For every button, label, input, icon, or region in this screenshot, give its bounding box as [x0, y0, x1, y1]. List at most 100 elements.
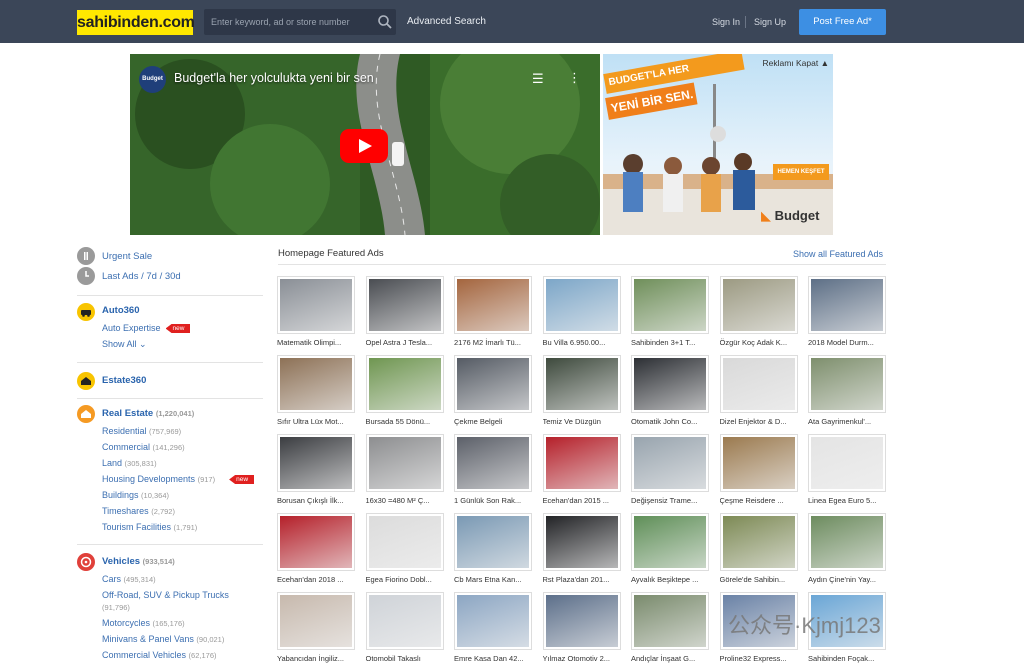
- ad-caption[interactable]: Görele'de Sahibin...: [720, 575, 798, 584]
- subcategory-link[interactable]: Tourism Facilities (1,791): [102, 522, 197, 532]
- play-button-icon[interactable]: [340, 129, 388, 163]
- ad-thumbnail[interactable]: [631, 513, 709, 571]
- ad-thumbnail[interactable]: [542, 355, 621, 413]
- video-title[interactable]: Budget'la her yolculukta yeni bir sen: [174, 71, 374, 85]
- featured-ad-tile[interactable]: Çeşme Reisdere ...: [719, 434, 798, 505]
- ad-caption[interactable]: Temiz Ve Düzgün: [543, 417, 621, 426]
- featured-ad-tile[interactable]: Sıfır Ultra Lüx Mot...: [277, 355, 355, 426]
- featured-ad-tile[interactable]: Yılmaz Otomotiv 2...: [542, 592, 621, 663]
- show-all-link[interactable]: Show All ⌄: [102, 339, 147, 350]
- ad-thumbnail[interactable]: [808, 513, 886, 571]
- ad-caption[interactable]: Çekme Belgeli: [454, 417, 532, 426]
- ad-cta-button[interactable]: HEMEN KEŞFET: [773, 164, 829, 180]
- subcategory-link[interactable]: Land (305,831): [102, 458, 157, 468]
- ad-caption[interactable]: Dizel Enjektor & D...: [720, 417, 798, 426]
- ad-caption[interactable]: Çeşme Reisdere ...: [720, 496, 798, 505]
- featured-ad-tile[interactable]: Bursada 55 Dönü...: [365, 355, 444, 426]
- subcategory-link[interactable]: Housing Developments (917) new: [102, 474, 255, 484]
- featured-ad-tile[interactable]: Aydın Çine'nin Yay...: [808, 513, 886, 584]
- sidebar-label[interactable]: Last Ads / 7d / 30d: [102, 271, 181, 282]
- ad-thumbnail[interactable]: [631, 276, 709, 334]
- show-all-featured-link[interactable]: Show all Featured Ads: [793, 249, 883, 259]
- search-box[interactable]: [204, 9, 396, 35]
- subcategory-link[interactable]: Commercial (141,296): [102, 442, 185, 452]
- sign-up-link[interactable]: Sign Up: [754, 17, 786, 27]
- featured-ad-tile[interactable]: Ecehan'dan 2018 ...: [277, 513, 355, 584]
- subcategory-link[interactable]: Cars (495,314): [102, 574, 156, 584]
- ad-thumbnail[interactable]: [542, 592, 621, 650]
- featured-ad-tile[interactable]: Otomobil Takaslı: [365, 592, 444, 663]
- ad-caption[interactable]: Ayvalık Beşiktepe ...: [631, 575, 709, 584]
- ad-caption[interactable]: Otomobil Takaslı: [366, 654, 444, 663]
- auto-expertise-link[interactable]: Auto Expertise new: [102, 323, 191, 333]
- ad-caption[interactable]: Emre Kasa Dan 42...: [454, 654, 532, 663]
- subcategory-link[interactable]: Off-Road, SUV & Pickup Trucks: [102, 590, 229, 600]
- ad-caption[interactable]: 16x30 =480 M² Ç...: [366, 496, 444, 505]
- ad-caption[interactable]: Opel Astra J Tesla...: [366, 338, 444, 347]
- featured-ad-tile[interactable]: Ata Gayrimenkul'...: [808, 355, 886, 426]
- ad-caption[interactable]: Borusan Çıkışlı İlk...: [277, 496, 355, 505]
- ad-thumbnail[interactable]: [454, 434, 532, 492]
- ad-caption[interactable]: Yabancıdan İngiliz...: [277, 654, 355, 663]
- sidebar-label[interactable]: Vehicles (933,514): [102, 556, 175, 567]
- featured-ad-tile[interactable]: Özgür Koç Adak K...: [719, 276, 798, 347]
- featured-ad-tile[interactable]: Bu Villa 6.950.00...: [542, 276, 621, 347]
- ad-thumbnail[interactable]: [631, 355, 709, 413]
- ad-thumbnail[interactable]: [365, 434, 444, 492]
- subcategory-link[interactable]: Timeshares (2,792): [102, 506, 175, 516]
- ad-thumbnail[interactable]: [277, 355, 355, 413]
- sidebar-item-estate360[interactable]: Estate360: [77, 372, 263, 390]
- ad-caption[interactable]: Otomatik John Co...: [631, 417, 709, 426]
- ad-thumbnail[interactable]: [631, 434, 709, 492]
- ad-thumbnail[interactable]: [277, 592, 355, 650]
- ad-thumbnail[interactable]: [542, 276, 621, 334]
- search-input[interactable]: [204, 9, 369, 35]
- featured-ad-tile[interactable]: Borusan Çıkışlı İlk...: [277, 434, 355, 505]
- ad-thumbnail[interactable]: [454, 276, 532, 334]
- ad-thumbnail[interactable]: [719, 513, 798, 571]
- subcategory-link[interactable]: Residential (757,969): [102, 426, 181, 436]
- sidebar-label[interactable]: Estate360: [102, 375, 146, 386]
- featured-ad-tile[interactable]: Görele'de Sahibin...: [719, 513, 798, 584]
- ad-caption[interactable]: Bu Villa 6.950.00...: [543, 338, 621, 347]
- featured-ad-tile[interactable]: Emre Kasa Dan 42...: [454, 592, 532, 663]
- ad-thumbnail[interactable]: [277, 513, 355, 571]
- advanced-search-link[interactable]: Advanced Search: [407, 16, 486, 27]
- ad-caption[interactable]: 2018 Model Durm...: [808, 338, 886, 347]
- sidebar-item-urgent-sale[interactable]: Urgent Sale: [77, 247, 263, 265]
- ad-thumbnail[interactable]: [808, 355, 886, 413]
- ad-caption[interactable]: Cb Mars Etna Kan...: [454, 575, 532, 584]
- ad-thumbnail[interactable]: [719, 434, 798, 492]
- ad-thumbnail[interactable]: [277, 276, 355, 334]
- ad-caption[interactable]: Yılmaz Otomotiv 2...: [543, 654, 621, 663]
- subcategory-link[interactable]: Buildings (10,364): [102, 490, 169, 500]
- ad-thumbnail[interactable]: [454, 513, 532, 571]
- featured-ad-tile[interactable]: Cb Mars Etna Kan...: [454, 513, 532, 584]
- ad-caption[interactable]: 2176 M2 İmarlı Tü...: [454, 338, 532, 347]
- ad-thumbnail[interactable]: [542, 434, 621, 492]
- featured-ad-tile[interactable]: 2176 M2 İmarlı Tü...: [454, 276, 532, 347]
- sign-in-link[interactable]: Sign In: [712, 17, 740, 27]
- ad-caption[interactable]: Rst Plaza'dan 201...: [543, 575, 621, 584]
- featured-ad-tile[interactable]: Matematik Olimpi...: [277, 276, 355, 347]
- sidebar-item-real-estate[interactable]: Real Estate (1,220,041): [77, 405, 263, 423]
- featured-ad-tile[interactable]: Rst Plaza'dan 201...: [542, 513, 621, 584]
- subcategory-link[interactable]: Motorcycles (165,176): [102, 618, 185, 628]
- ad-thumbnail[interactable]: [454, 592, 532, 650]
- ad-caption[interactable]: Matematik Olimpi...: [277, 338, 355, 347]
- ad-caption[interactable]: Sahibinden 3+1 T...: [631, 338, 709, 347]
- ad-thumbnail[interactable]: [542, 513, 621, 571]
- featured-ad-tile[interactable]: Ayvalık Beşiktepe ...: [631, 513, 709, 584]
- video-banner[interactable]: Budget Budget'la her yolculukta yeni bir…: [130, 54, 600, 235]
- sidebar-label[interactable]: Auto360: [102, 305, 139, 316]
- subcategory-link[interactable]: Commercial Vehicles (62,176): [102, 650, 216, 660]
- featured-ad-tile[interactable]: Ecehan'dan 2015 ...: [542, 434, 621, 505]
- close-ad-button[interactable]: Reklamı Kapat ▲: [762, 58, 829, 68]
- ad-caption[interactable]: Sıfır Ultra Lüx Mot...: [277, 417, 355, 426]
- more-options-icon[interactable]: ⋮: [568, 70, 581, 86]
- ad-thumbnail[interactable]: [365, 276, 444, 334]
- subcategory-link[interactable]: Minivans & Panel Vans (90,021): [102, 634, 224, 644]
- search-icon[interactable]: [377, 14, 393, 30]
- featured-ad-tile[interactable]: Çekme Belgeli: [454, 355, 532, 426]
- ad-caption[interactable]: Bursada 55 Dönü...: [366, 417, 444, 426]
